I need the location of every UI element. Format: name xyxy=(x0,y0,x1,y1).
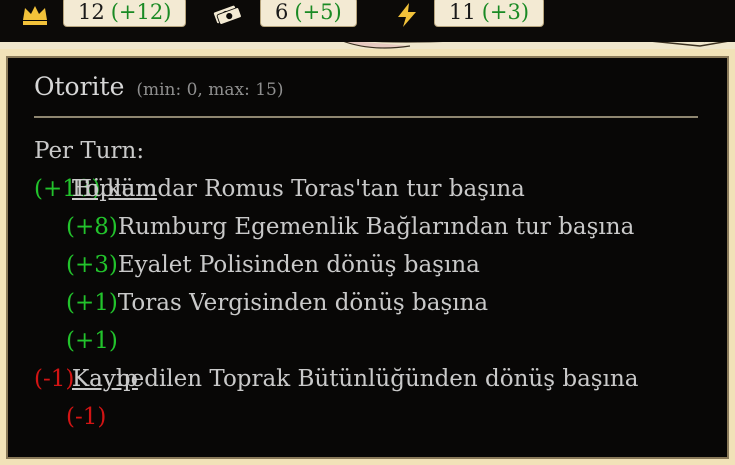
tooltip-range: (min: 0, max: 15) xyxy=(136,80,284,100)
loss-line-delta: (-1) xyxy=(66,404,107,430)
crown-icon xyxy=(20,2,50,28)
tooltip-divider xyxy=(34,116,698,118)
resource-bar: 12 (+12) 6 (+5) 11 (+3) xyxy=(0,0,735,42)
gain-line: (+3)Eyalet Polisinden dönüş başına xyxy=(66,252,480,278)
gain-line: (+1)Toras Vergisinden dönüş başına xyxy=(66,290,488,316)
authority-resource[interactable]: 12 (+12) xyxy=(20,0,187,30)
money-value-box: 6 (+5) xyxy=(260,0,357,27)
tooltip-title: Otorite (min: 0, max: 15) xyxy=(34,72,283,101)
tooltip-panel: Otorite (min: 0, max: 15) Per Turn: (+13… xyxy=(6,56,729,459)
total-row: (+13) Toplam Hükümdar Romus Toras'tan tu… xyxy=(34,176,694,206)
authority-tooltip: Otorite (min: 0, max: 15) Per Turn: (+13… xyxy=(0,49,735,465)
gain-line: (+1) xyxy=(66,328,118,354)
gain-line-delta: (+1) xyxy=(66,290,118,316)
energy-value-box: 11 (+3) xyxy=(434,0,545,27)
gain-line-text: Rumburg Egemenlik Bağlarından tur başına xyxy=(117,214,635,240)
gain-line-delta: (+3) xyxy=(66,252,118,278)
authority-delta: (+12) xyxy=(110,0,172,24)
lightning-icon xyxy=(392,2,422,28)
per-turn-label: Per Turn: xyxy=(34,138,145,164)
gain-line-delta: (+8) xyxy=(66,214,118,240)
loss-row: (-1) Kayıp Kaybedilen Toprak Bütünlüğünd… xyxy=(34,366,704,396)
gain-line: (+1) (+8)Rumburg Egemenlik Bağlarından t… xyxy=(66,214,634,240)
authority-value: 12 xyxy=(78,0,105,24)
energy-delta: (+3) xyxy=(481,0,530,24)
money-value: 6 xyxy=(275,0,289,24)
gain-line-text: Toras Vergisinden dönüş başına xyxy=(117,290,489,316)
loss-delta: (-1) xyxy=(34,366,75,392)
loss-line: (-1) xyxy=(66,404,106,430)
money-icon xyxy=(212,2,242,28)
money-resource[interactable]: 6 (+5) xyxy=(212,0,357,30)
gain-line-text: Hükümdar Romus Toras'tan tur başına xyxy=(72,176,525,202)
loss-line-text: Kaybedilen Toprak Bütünlüğünden dönüş ba… xyxy=(72,366,639,392)
gain-line-delta: (+1) xyxy=(66,328,118,354)
energy-resource[interactable]: 11 (+3) xyxy=(392,0,545,30)
authority-value-box: 12 (+12) xyxy=(63,0,187,27)
tooltip-title-text: Otorite xyxy=(34,72,125,101)
energy-value: 11 xyxy=(449,0,476,24)
money-delta: (+5) xyxy=(294,0,342,24)
gain-line-text: Eyalet Polisinden dönüş başına xyxy=(117,252,480,278)
